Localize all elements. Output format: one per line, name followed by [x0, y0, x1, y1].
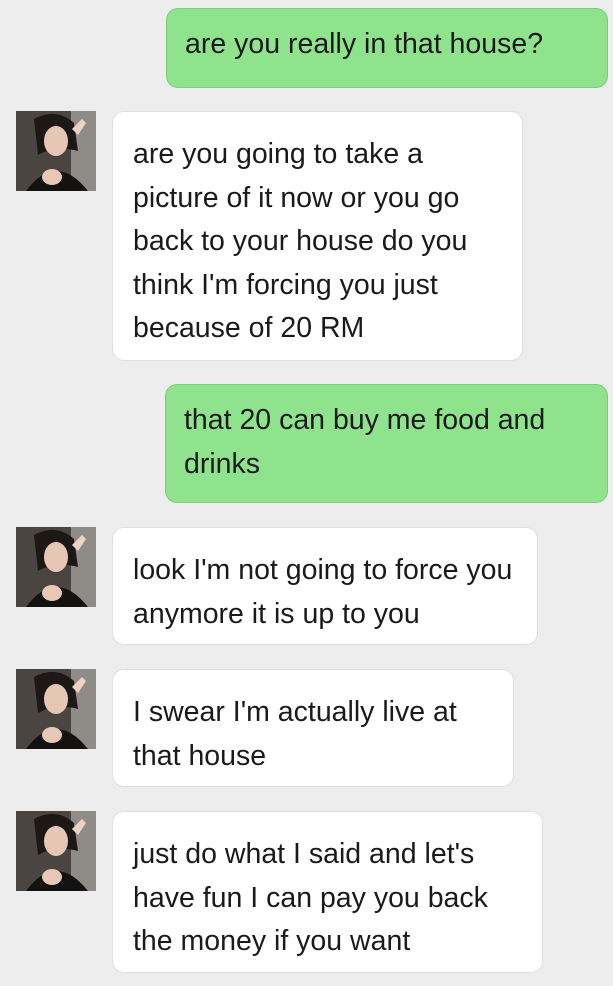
message-text: that 20 can buy me food and drinks — [184, 404, 546, 480]
contact-avatar[interactable] — [16, 811, 96, 891]
contact-avatar-icon — [16, 111, 96, 191]
message-text: are you going to take a picture of it no… — [133, 138, 468, 344]
message-text: I swear I'm actually live at that house — [133, 696, 457, 772]
contact-avatar[interactable] — [16, 669, 96, 749]
incoming-message-bubble[interactable]: just do what I said and let's have fun I… — [112, 811, 543, 973]
contact-avatar-icon — [16, 527, 96, 607]
message-text: look I'm not going to force you anymore … — [133, 554, 513, 630]
contact-avatar-icon — [16, 669, 96, 749]
outgoing-message-bubble[interactable]: are you really in that house? — [166, 8, 608, 88]
chat-thread[interactable]: are you really in that house? are you go… — [0, 0, 613, 986]
contact-avatar-icon — [16, 811, 96, 891]
incoming-message-bubble[interactable]: look I'm not going to force you anymore … — [112, 527, 538, 645]
message-text: just do what I said and let's have fun I… — [133, 838, 488, 957]
incoming-message-bubble[interactable]: are you going to take a picture of it no… — [112, 111, 523, 361]
message-text: are you really in that house? — [185, 28, 544, 60]
contact-avatar[interactable] — [16, 111, 96, 191]
contact-avatar[interactable] — [16, 527, 96, 607]
incoming-message-bubble[interactable]: I swear I'm actually live at that house — [112, 669, 514, 787]
outgoing-message-bubble[interactable]: that 20 can buy me food and drinks — [165, 384, 608, 503]
